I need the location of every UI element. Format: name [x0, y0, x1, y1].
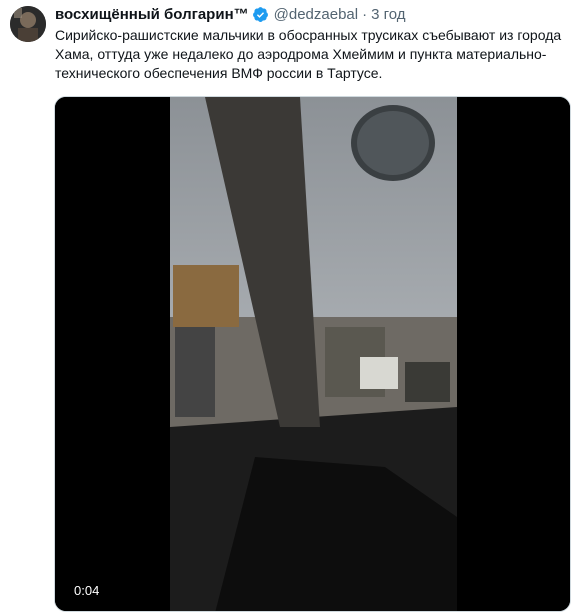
display-name[interactable]: восхищённый болгарин™	[55, 6, 249, 23]
tweet[interactable]: восхищённый болгарин™ @dedzaebal · 3 год…	[0, 0, 581, 616]
separator: ·	[362, 5, 368, 23]
handle[interactable]: @dedzaebal	[274, 6, 358, 23]
verified-badge-icon	[252, 6, 269, 23]
video-frame	[55, 97, 570, 611]
avatar[interactable]	[10, 6, 46, 42]
tweet-time[interactable]: 3 год	[371, 6, 405, 23]
tweet-text: Сирийско-рашистские мальчики в обосранны…	[55, 27, 562, 81]
tweet-header: восхищённый болгарин™ @dedzaebal · 3 год	[55, 4, 571, 24]
video-player[interactable]: 0:04	[54, 96, 571, 612]
video-timestamp: 0:04	[69, 582, 105, 599]
